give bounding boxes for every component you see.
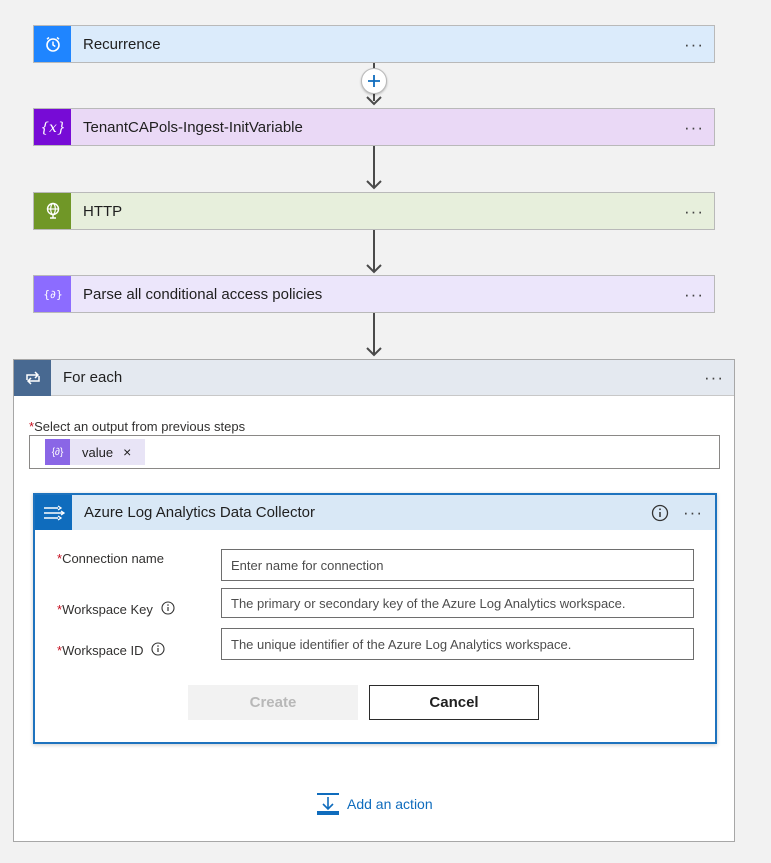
alarm-clock-icon <box>34 26 71 62</box>
workspace-key-label: * Workspace Key <box>57 601 175 618</box>
arrow-down-icon <box>366 96 382 106</box>
more-options-icon[interactable]: ··· <box>694 369 734 386</box>
data-operation-icon: {∂} <box>45 439 70 465</box>
insert-step-button[interactable] <box>361 68 387 94</box>
foreach-header[interactable]: For each ··· <box>14 359 734 396</box>
add-action-icon <box>317 793 339 815</box>
plus-icon <box>368 75 380 87</box>
step-recurrence[interactable]: Recurrence ··· <box>33 25 715 63</box>
more-options-icon[interactable]: ··· <box>674 286 714 303</box>
arrow-down-icon <box>366 347 382 357</box>
connection-name-label: * Connection name <box>57 551 164 566</box>
svg-text:{∂}: {∂} <box>43 288 63 301</box>
log-analytics-icon <box>35 495 72 530</box>
output-selector-input[interactable]: {∂} value × <box>29 435 720 469</box>
cancel-button[interactable]: Cancel <box>369 685 539 720</box>
more-options-icon[interactable]: ··· <box>674 36 714 53</box>
field-label-text: Workspace Key <box>62 602 153 617</box>
loop-icon <box>14 359 51 396</box>
step-init-variable[interactable]: {x} TenantCAPols-Ingest-InitVariable ··· <box>33 108 715 146</box>
step-title: TenantCAPols-Ingest-InitVariable <box>83 118 303 136</box>
output-label-text: Select an output from previous steps <box>34 419 246 434</box>
remove-token-icon[interactable]: × <box>123 444 131 460</box>
add-action-button[interactable]: Add an action <box>316 792 433 816</box>
dynamic-content-token[interactable]: {∂} value × <box>45 439 145 465</box>
foreach-title: For each <box>63 369 123 386</box>
more-options-icon[interactable]: ··· <box>674 119 714 136</box>
arrow-down-icon <box>366 264 382 274</box>
step-parse-policies[interactable]: {∂} Parse all conditional access policie… <box>33 275 715 313</box>
data-operation-icon: {∂} <box>34 276 71 312</box>
create-button[interactable]: Create <box>188 685 358 720</box>
step-http[interactable]: HTTP ··· <box>33 192 715 230</box>
svg-text:{x}: {x} <box>42 120 64 136</box>
connection-card: Azure Log Analytics Data Collector ··· *… <box>33 493 717 744</box>
workspace-key-input[interactable]: The primary or secondary key of the Azur… <box>221 588 694 618</box>
step-title: Recurrence <box>83 35 161 53</box>
output-label: *Select an output from previous steps <box>29 419 245 434</box>
info-icon[interactable] <box>151 642 166 659</box>
field-label-text: Workspace ID <box>62 643 144 658</box>
add-action-label: Add an action <box>347 796 433 812</box>
globe-icon <box>34 193 71 229</box>
step-title: HTTP <box>83 202 123 220</box>
variable-x-icon: {x} <box>34 109 71 145</box>
token-value: value <box>82 444 114 460</box>
step-title: Parse all conditional access policies <box>83 285 323 303</box>
more-options-icon[interactable]: ··· <box>674 203 714 220</box>
more-options-icon[interactable]: ··· <box>671 504 715 521</box>
connection-card-header[interactable]: Azure Log Analytics Data Collector ··· <box>35 495 715 530</box>
info-icon[interactable] <box>161 601 175 618</box>
info-icon[interactable] <box>649 504 671 522</box>
workspace-id-input[interactable]: The unique identifier of the Azure Log A… <box>221 628 694 660</box>
field-label-text: Connection name <box>62 551 164 566</box>
connection-card-title: Azure Log Analytics Data Collector <box>84 504 315 521</box>
connection-name-input[interactable]: Enter name for connection <box>221 549 694 581</box>
workspace-id-label: * Workspace ID <box>57 642 166 659</box>
arrow-down-icon <box>366 180 382 190</box>
foreach-scope: For each ··· *Select an output from prev… <box>13 359 735 842</box>
